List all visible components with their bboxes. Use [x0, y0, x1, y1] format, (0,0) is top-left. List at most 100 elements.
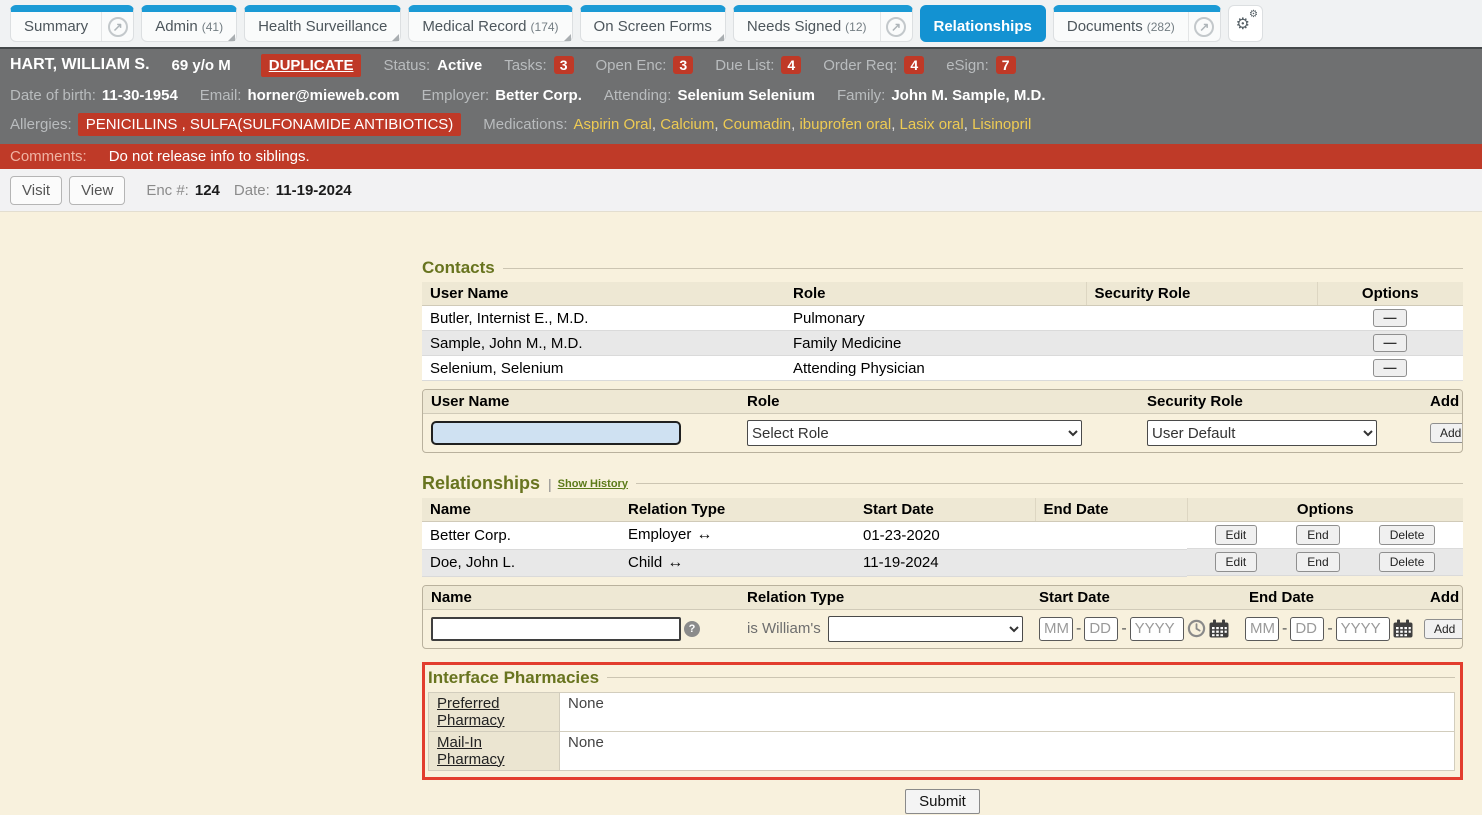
- relation-type-select[interactable]: [828, 616, 1023, 642]
- tab-admin[interactable]: Admin(41): [141, 5, 237, 42]
- contact-user-name-input[interactable]: [431, 421, 681, 445]
- end-month-input[interactable]: [1245, 617, 1279, 641]
- tab-health-surveillance[interactable]: Health Surveillance: [244, 5, 401, 42]
- popout-button[interactable]: ↗: [101, 12, 133, 41]
- contact-row: Butler, Internist E., M.D. Pulmonary —: [422, 306, 1463, 331]
- view-button[interactable]: View: [69, 176, 125, 205]
- end-day-input[interactable]: [1290, 617, 1324, 641]
- remove-contact-button[interactable]: —: [1373, 359, 1407, 377]
- tab-label: Summary: [24, 18, 88, 35]
- tab-relationships[interactable]: Relationships: [920, 5, 1046, 42]
- delete-relationship-button[interactable]: Delete: [1379, 552, 1436, 572]
- esign-count-badge[interactable]: 7: [996, 56, 1016, 74]
- order-req-count-badge[interactable]: 4: [904, 56, 924, 74]
- help-icon[interactable]: ?: [684, 621, 700, 637]
- due-list-count-badge[interactable]: 4: [781, 56, 801, 74]
- patient-info-line-2: Allergies: PENICILLINS , SULFA(SULFONAMI…: [10, 110, 1482, 139]
- medication-link[interactable]: Lasix oral: [891, 116, 964, 133]
- preferred-pharmacy-value: None: [560, 692, 1455, 731]
- contact-security-role-select[interactable]: User Default: [1147, 420, 1377, 446]
- duplicate-flag[interactable]: DUPLICATE: [261, 54, 362, 77]
- end-year-input[interactable]: [1336, 617, 1390, 641]
- mail-in-pharmacy-link[interactable]: Mail-In Pharmacy: [437, 734, 505, 768]
- add-contact-col-add: Add: [1422, 390, 1463, 413]
- tasks-count-badge[interactable]: 3: [554, 56, 574, 74]
- tab-label: On Screen Forms: [594, 18, 712, 35]
- calendar-icon[interactable]: [1209, 619, 1229, 638]
- preferred-pharmacy-link[interactable]: Preferred Pharmacy: [437, 695, 505, 729]
- open-enc-count-badge[interactable]: 3: [673, 56, 693, 74]
- tab-on-screen-forms[interactable]: On Screen Forms: [580, 5, 726, 42]
- contact-user-name: Sample, John M., M.D.: [422, 331, 785, 356]
- remove-contact-button[interactable]: —: [1373, 334, 1407, 352]
- popout-button[interactable]: ↗: [880, 12, 912, 41]
- contacts-col-options: Options: [1317, 282, 1463, 306]
- add-contact-button[interactable]: Add: [1430, 423, 1463, 443]
- contact-security-role: [1086, 306, 1317, 331]
- order-req-label: Order Req:: [823, 57, 897, 74]
- medication-link[interactable]: Calcium: [652, 116, 715, 133]
- remove-contact-button[interactable]: —: [1373, 309, 1407, 327]
- add-relationship-col-relation-type: Relation Type: [739, 586, 1031, 609]
- relationships-col-relation-type: Relation Type: [620, 498, 855, 522]
- delete-relationship-button[interactable]: Delete: [1379, 525, 1436, 545]
- medication-link[interactable]: Coumadin: [714, 116, 791, 133]
- medication-link[interactable]: Aspirin Oral: [574, 116, 652, 133]
- patient-info-bar: Date of birth: 11-30-1954 Email: horner@…: [0, 81, 1482, 144]
- contact-role: Pulmonary: [785, 306, 1086, 331]
- comments-bar: Comments: Do not release info to sibling…: [0, 144, 1482, 169]
- relationship-name: Better Corp.: [422, 522, 620, 550]
- comments-label: Comments:: [10, 148, 87, 165]
- medications-label: Medications:: [483, 116, 567, 133]
- tab-label: Relationships: [934, 18, 1032, 35]
- enc-number-value: 124: [195, 182, 220, 199]
- esign-label: eSign:: [946, 57, 989, 74]
- edit-relationship-button[interactable]: Edit: [1215, 525, 1258, 545]
- settings-button[interactable]: ⚙⚙: [1228, 5, 1263, 42]
- end-relationship-button[interactable]: End: [1296, 525, 1339, 545]
- edit-relationship-button[interactable]: Edit: [1215, 552, 1258, 572]
- start-day-input[interactable]: [1084, 617, 1118, 641]
- tab-needs-signed[interactable]: Needs Signed(12) ↗: [733, 5, 913, 42]
- interface-pharmacies-highlight-box: Interface Pharmacies Preferred Pharmacy …: [422, 662, 1463, 780]
- start-year-input[interactable]: [1130, 617, 1184, 641]
- enc-date-label: Date:: [234, 182, 270, 199]
- medication-link[interactable]: Lisinopril: [964, 116, 1032, 133]
- tab-label: Health Surveillance: [258, 18, 387, 35]
- pharmacy-row: Mail-In Pharmacy None: [429, 731, 1455, 770]
- tab-summary[interactable]: Summary ↗: [10, 5, 134, 42]
- relationship-type: Employer: [628, 526, 691, 543]
- relationships-col-options: Options: [1187, 498, 1463, 522]
- mail-in-pharmacy-value: None: [560, 731, 1455, 770]
- contact-security-role: [1086, 356, 1317, 381]
- tab-label: Admin: [155, 18, 198, 35]
- relationship-type: Child: [628, 554, 662, 571]
- attending-value: Selenium Selenium: [677, 87, 815, 104]
- add-relationship-button[interactable]: Add: [1424, 619, 1463, 639]
- contact-role-select[interactable]: Select Role: [747, 420, 1082, 446]
- end-relationship-button[interactable]: End: [1296, 552, 1339, 572]
- popout-button[interactable]: ↗: [1188, 12, 1220, 41]
- bidirectional-arrow-icon: ↔: [667, 554, 683, 571]
- add-relationship-col-name: Name: [423, 586, 739, 609]
- tab-documents[interactable]: Documents(282) ↗: [1053, 5, 1221, 42]
- tab-label: Medical Record: [422, 18, 526, 35]
- contact-row: Selenium, Selenium Attending Physician —: [422, 356, 1463, 381]
- interface-pharmacies-table: Preferred Pharmacy None Mail-In Pharmacy…: [428, 692, 1455, 771]
- relationships-col-start-date: Start Date: [855, 498, 1035, 522]
- patient-info-line-1: Date of birth: 11-30-1954 Email: horner@…: [10, 81, 1482, 110]
- allergy-chip[interactable]: PENICILLINS , SULFA(SULFONAMIDE ANTIBIOT…: [78, 113, 462, 136]
- medication-link[interactable]: ibuprofen oral: [791, 116, 891, 133]
- relationship-name: Doe, John L.: [422, 549, 620, 576]
- visit-button[interactable]: Visit: [10, 176, 62, 205]
- interface-pharmacies-title: Interface Pharmacies: [428, 668, 599, 688]
- submit-button[interactable]: Submit: [905, 789, 980, 814]
- start-month-input[interactable]: [1039, 617, 1073, 641]
- relationship-name-input[interactable]: [431, 617, 681, 641]
- tab-medical-record[interactable]: Medical Record(174): [408, 5, 572, 42]
- show-history-link[interactable]: Show History: [558, 478, 628, 490]
- calendar-icon[interactable]: [1393, 619, 1413, 638]
- tab-bar: Summary ↗ Admin(41) Health Surveillance …: [0, 0, 1482, 47]
- relationships-table: Name Relation Type Start Date End Date O…: [422, 498, 1463, 577]
- clock-icon[interactable]: [1187, 619, 1206, 638]
